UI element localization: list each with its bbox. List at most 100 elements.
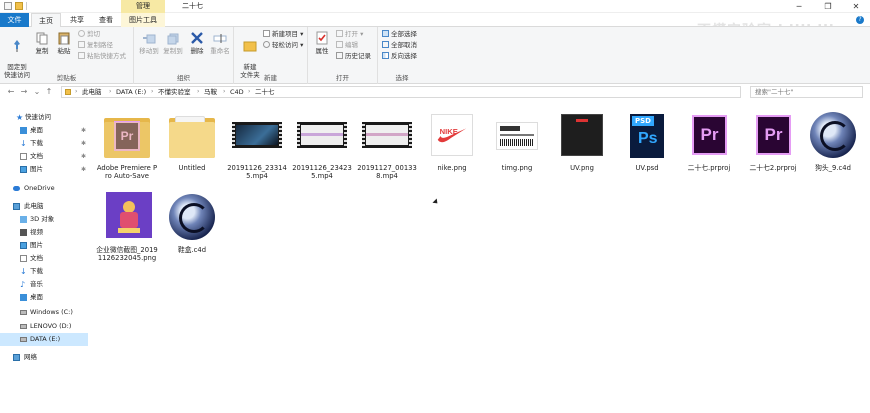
tab-view[interactable]: 查看 bbox=[92, 13, 120, 27]
open-button[interactable]: 打开 ▾ bbox=[336, 30, 363, 39]
recent-locations-button[interactable]: ⌄ bbox=[32, 85, 42, 99]
nav-documents-pc[interactable]: 文档 bbox=[0, 252, 88, 265]
easy-access-icon bbox=[263, 41, 270, 48]
nav-downloads[interactable]: ↓ 下载 ✱ bbox=[0, 137, 88, 150]
copy-path-button[interactable]: 复制路径 bbox=[78, 41, 113, 50]
new-item-button[interactable]: 新建项目 ▾ bbox=[263, 30, 303, 39]
file-item[interactable]: 狗头_9.c4d bbox=[802, 108, 864, 172]
select-all-button[interactable]: 全部选择 bbox=[382, 30, 417, 39]
file-item[interactable]: 20191126_233145.mp4 bbox=[226, 108, 288, 180]
address-bar[interactable]: › 此电脑 › DATA (E:) › 不懂实验室 › 马鞍 › C4D › 二… bbox=[61, 86, 741, 98]
tab-picture-tools[interactable]: 图片工具 bbox=[121, 13, 165, 27]
up-button[interactable]: ↑ bbox=[44, 85, 54, 99]
nav-downloads-pc[interactable]: ↓ 下载 bbox=[0, 265, 88, 278]
nav-videos[interactable]: 视频 bbox=[0, 226, 88, 239]
nav-drive-e[interactable]: DATA (E:) bbox=[0, 333, 88, 346]
breadcrumb-this-pc[interactable]: 此电脑 bbox=[82, 87, 102, 97]
properties-check-icon bbox=[316, 31, 328, 45]
file-item[interactable]: Pr Adobe Premiere Pro Auto-Save bbox=[96, 108, 158, 180]
copy-to-label: 复制到 bbox=[163, 47, 183, 55]
nav-label: 音乐 bbox=[30, 280, 43, 288]
breadcrumb-maan[interactable]: 马鞍 bbox=[204, 87, 217, 97]
tab-file[interactable]: 文件 bbox=[0, 13, 29, 27]
nav-quick-access[interactable]: ★ 快速访问 bbox=[0, 111, 88, 124]
nav-3d-objects[interactable]: 3D 对象 bbox=[0, 213, 88, 226]
file-item[interactable]: PSD Ps UV.psd bbox=[616, 108, 678, 172]
drive-icon bbox=[20, 310, 27, 315]
file-item[interactable]: 20191127_001338.mp4 bbox=[356, 108, 418, 180]
new-folder-quick-icon[interactable] bbox=[15, 2, 23, 10]
copy-label: 复制 bbox=[35, 47, 49, 55]
file-item[interactable]: Pr 二十七2.prproj bbox=[742, 108, 804, 172]
easy-access-button[interactable]: 轻松访问 ▾ bbox=[263, 41, 303, 50]
paste-button[interactable]: 粘贴 bbox=[55, 31, 73, 55]
breadcrumb-c4d[interactable]: C4D bbox=[230, 87, 244, 97]
rename-label: 重命名 bbox=[210, 47, 230, 55]
nav-music[interactable]: ♪ 音乐 bbox=[0, 278, 88, 291]
nav-label: 3D 对象 bbox=[30, 215, 55, 223]
drive-icon bbox=[20, 337, 27, 342]
tab-share[interactable]: 共享 bbox=[62, 13, 92, 27]
breadcrumb-current[interactable]: 二十七 bbox=[255, 87, 275, 97]
file-name: Adobe Premiere Pro Auto-Save bbox=[96, 164, 158, 180]
nav-documents[interactable]: 文档 ✱ bbox=[0, 150, 88, 163]
paste-shortcut-button[interactable]: 粘贴快捷方式 bbox=[78, 52, 126, 61]
nav-onedrive[interactable]: OneDrive bbox=[0, 182, 88, 195]
properties-button[interactable]: 属性 bbox=[312, 31, 332, 55]
copy-button[interactable]: 复制 bbox=[33, 31, 51, 55]
nav-desktop-pc[interactable]: 桌面 bbox=[0, 291, 88, 304]
help-icon[interactable]: ? bbox=[856, 16, 864, 24]
nav-pictures[interactable]: 图片 ✱ bbox=[0, 163, 88, 176]
ribbon: 固定到 快速访问 复制 粘贴 剪切 复制路径 粘贴快捷方式 剪贴板 移动到 复制… bbox=[0, 27, 870, 84]
copy-path-icon bbox=[78, 41, 85, 48]
nav-label: OneDrive bbox=[24, 184, 55, 192]
file-item[interactable]: NIKE nike.png bbox=[421, 108, 483, 172]
back-button[interactable]: ← bbox=[6, 85, 16, 99]
file-name: Untitled bbox=[178, 164, 206, 172]
file-name: 20191126_234235.mp4 bbox=[292, 164, 352, 180]
tab-home[interactable]: 主页 bbox=[31, 13, 61, 28]
minimize-button[interactable]: ─ bbox=[786, 0, 812, 13]
history-button[interactable]: 历史记录 bbox=[336, 52, 371, 61]
nav-this-pc[interactable]: 此电脑 bbox=[0, 200, 88, 213]
copy-to-button[interactable]: 复制到 bbox=[162, 31, 184, 55]
invert-selection-button[interactable]: 反向选择 bbox=[382, 52, 417, 61]
file-name: UV.psd bbox=[635, 164, 659, 172]
file-item[interactable]: timg.png bbox=[486, 108, 548, 172]
edit-button[interactable]: 编辑 bbox=[336, 41, 358, 50]
nav-desktop[interactable]: 桌面 ✱ bbox=[0, 124, 88, 137]
nav-pictures-pc[interactable]: 图片 bbox=[0, 239, 88, 252]
cut-button[interactable]: 剪切 bbox=[78, 30, 100, 39]
rename-button[interactable]: 重命名 bbox=[209, 31, 231, 55]
maximize-button[interactable]: ❐ bbox=[815, 0, 841, 13]
invert-selection-label: 反向选择 bbox=[391, 52, 417, 60]
manage-tab[interactable]: 管理 bbox=[121, 0, 165, 13]
video-icon bbox=[360, 108, 414, 162]
file-item[interactable]: 企业微信截图_20191126232045.png bbox=[96, 190, 158, 262]
file-item[interactable]: Pr 二十七.prproj bbox=[678, 108, 740, 172]
properties-quick-icon[interactable] bbox=[4, 2, 12, 10]
file-item[interactable]: 20191126_234235.mp4 bbox=[291, 108, 353, 180]
file-item[interactable]: 鞋盒.c4d bbox=[161, 190, 223, 254]
file-item[interactable]: UV.png bbox=[551, 108, 613, 172]
premiere-glyph: Pr bbox=[756, 115, 791, 155]
pin-icon bbox=[14, 40, 20, 52]
select-none-button[interactable]: 全部取消 bbox=[382, 41, 417, 50]
search-input[interactable]: 搜索"二十七" bbox=[750, 86, 863, 98]
breadcrumb-drive-e[interactable]: DATA (E:) bbox=[116, 87, 146, 97]
nav-drive-c[interactable]: Windows (C:) bbox=[0, 306, 88, 319]
move-to-button[interactable]: 移动到 bbox=[138, 31, 160, 55]
file-item[interactable]: Untitled bbox=[161, 108, 223, 172]
nav-network[interactable]: 网络 bbox=[0, 351, 88, 364]
file-name: 二十七2.prproj bbox=[749, 164, 797, 172]
file-list: Pr Adobe Premiere Pro Auto-Save Untitled… bbox=[92, 100, 870, 413]
folder-icon bbox=[165, 108, 219, 162]
breadcrumb-lab[interactable]: 不懂实验室 bbox=[158, 87, 191, 97]
delete-button[interactable]: 删除 bbox=[188, 31, 206, 55]
easy-access-label: 轻松访问 ▾ bbox=[272, 41, 304, 49]
paste-label: 粘贴 bbox=[57, 47, 71, 55]
forward-button[interactable]: → bbox=[19, 85, 29, 99]
nav-drive-d[interactable]: LENOVO (D:) bbox=[0, 320, 88, 333]
nav-label: Windows (C:) bbox=[30, 308, 73, 316]
close-button[interactable]: ✕ bbox=[843, 0, 869, 13]
